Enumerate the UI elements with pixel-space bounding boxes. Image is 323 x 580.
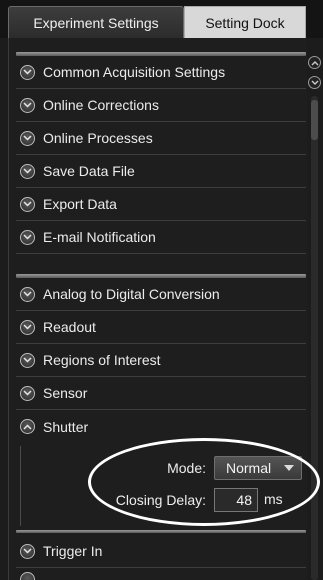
chevron-down-circle-icon	[20, 130, 35, 146]
section-online-processes[interactable]: Online Processes	[16, 122, 306, 155]
chevron-down-icon	[311, 80, 318, 85]
experiment-settings-window: Experiment Settings Setting Dock Common …	[0, 0, 323, 580]
section-label: Sensor	[43, 385, 88, 401]
section-online-corrections[interactable]: Online Corrections	[16, 89, 306, 122]
closing-delay-input[interactable]: 48	[214, 488, 258, 512]
chevron-down-circle-icon	[20, 286, 35, 302]
closing-delay-unit: ms	[264, 491, 283, 507]
shutter-mode-label: Mode:	[167, 460, 206, 476]
chevron-down-circle-icon	[20, 64, 35, 80]
closing-delay-label: Closing Delay:	[115, 492, 206, 508]
chevron-down-circle-icon	[20, 196, 35, 212]
section-common-acquisition-settings[interactable]: Common Acquisition Settings	[16, 56, 306, 89]
shutter-mode-value: Normal	[226, 460, 272, 476]
scroll-up-button[interactable]	[308, 56, 321, 69]
section-label: Online Corrections	[43, 97, 159, 113]
section-shutter[interactable]: Shutter	[16, 410, 306, 443]
section-label: Trigger In	[43, 543, 103, 559]
chevron-up-circle-icon	[20, 419, 35, 434]
section-regions-of-interest[interactable]: Regions of Interest	[16, 344, 306, 377]
section-label: Regions of Interest	[43, 352, 161, 368]
section-email-notification[interactable]: E-mail Notification	[16, 221, 306, 254]
section-label: Readout	[43, 319, 96, 335]
section-divider	[16, 530, 306, 533]
dropdown-arrow-icon	[284, 465, 294, 471]
section-save-data-file[interactable]: Save Data File	[16, 155, 306, 188]
section-next-partial[interactable]	[16, 572, 306, 580]
chevron-down-circle-icon	[20, 319, 35, 335]
section-label: E-mail Notification	[43, 229, 156, 245]
chevron-down-circle-icon	[20, 97, 35, 113]
chevron-down-circle-icon	[20, 572, 35, 580]
chevron-down-circle-icon	[20, 163, 35, 179]
section-label: Export Data	[43, 196, 117, 212]
chevron-down-circle-icon	[20, 543, 35, 559]
section-export-data[interactable]: Export Data	[16, 188, 306, 221]
section-sensor[interactable]: Sensor	[16, 377, 306, 410]
tab-setting-dock[interactable]: Setting Dock	[184, 6, 306, 38]
section-analog-to-digital-conversion[interactable]: Analog to Digital Conversion	[16, 278, 306, 311]
section-label: Common Acquisition Settings	[43, 64, 226, 80]
section-trigger-in[interactable]: Trigger In	[16, 535, 306, 568]
section-readout[interactable]: Readout	[16, 311, 306, 344]
section-label: Online Processes	[43, 130, 153, 146]
tab-bar: Experiment Settings Setting Dock	[0, 0, 323, 38]
scroll-down-button[interactable]	[308, 76, 321, 89]
chevron-up-icon	[311, 60, 318, 65]
section-label: Save Data File	[43, 163, 135, 179]
tab-experiment-settings[interactable]: Experiment Settings	[8, 6, 184, 38]
section-label: Shutter	[43, 418, 89, 435]
chevron-down-circle-icon	[20, 385, 35, 401]
scrollbar-track[interactable]	[311, 96, 318, 580]
scrollbar-thumb[interactable]	[311, 100, 318, 140]
section-label: Analog to Digital Conversion	[43, 286, 220, 302]
chevron-down-circle-icon	[20, 352, 35, 368]
shutter-mode-select[interactable]: Normal	[214, 456, 302, 480]
chevron-down-circle-icon	[20, 229, 35, 245]
